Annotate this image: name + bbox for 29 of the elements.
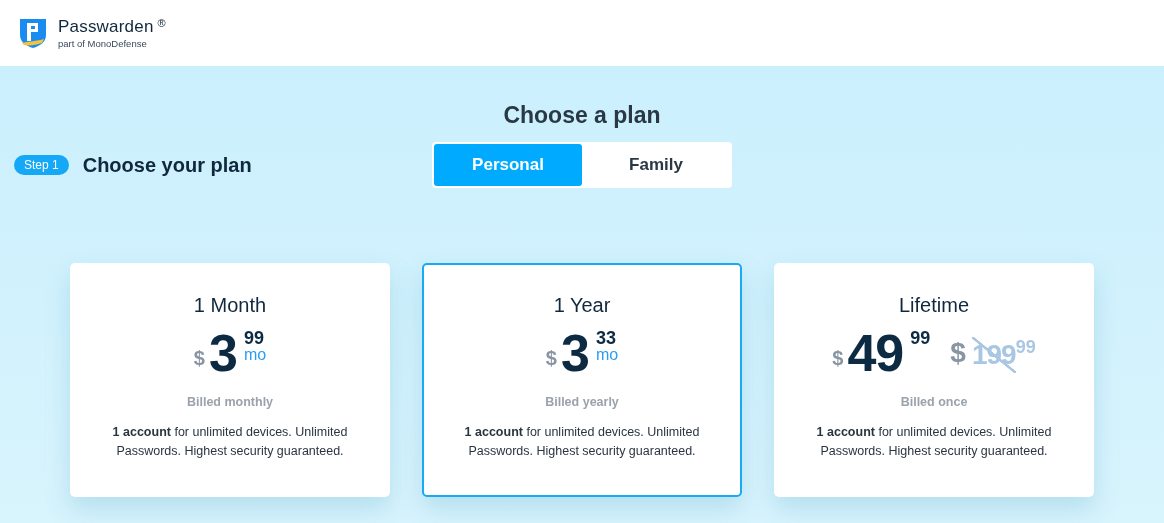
- billing-note: Billed yearly: [544, 395, 620, 409]
- old-price-cents: 99: [1015, 337, 1036, 357]
- brand-name: Passwarden: [58, 17, 154, 37]
- plan-name: 1 Year: [552, 294, 612, 317]
- brand-tagline: part of MonoDefense: [58, 38, 148, 49]
- billing-period: mo: [243, 347, 267, 363]
- billing-note: Billed monthly: [185, 395, 275, 409]
- price-cents: 33: [595, 329, 616, 347]
- price-amount: 49: [847, 327, 904, 379]
- billing-period: mo: [595, 347, 619, 363]
- currency-sign: $: [193, 347, 205, 370]
- plan-name: Lifetime: [898, 294, 970, 317]
- price-cents: 99: [910, 329, 931, 347]
- plan-description: 1 account for unlimited devices. Unlimited Passwords. Highest security guaranteed.: [111, 424, 349, 460]
- plan-description: 1 account for unlimited devices. Unlimited Passwords. Highest security guaranteed.: [463, 424, 701, 460]
- price-amount: 3: [561, 327, 589, 379]
- price-cents: 99: [243, 329, 264, 347]
- currency-sign: $: [545, 347, 557, 370]
- page-title: Choose a plan: [502, 101, 662, 130]
- shield-logo-icon: [18, 17, 48, 49]
- currency-sign: $: [832, 347, 844, 370]
- step-title: Choose your plan: [82, 153, 252, 177]
- plan-name: 1 Month: [192, 294, 268, 317]
- plan-description: 1 account for unlimited devices. Unlimited Passwords. Highest security guaranteed.: [815, 424, 1053, 460]
- step-badge: Step 1: [14, 155, 69, 175]
- old-currency-sign: $: [950, 337, 966, 369]
- billing-note: Billed once: [899, 395, 969, 409]
- price-amount: 3: [209, 327, 237, 379]
- registered-mark: ®: [157, 17, 166, 29]
